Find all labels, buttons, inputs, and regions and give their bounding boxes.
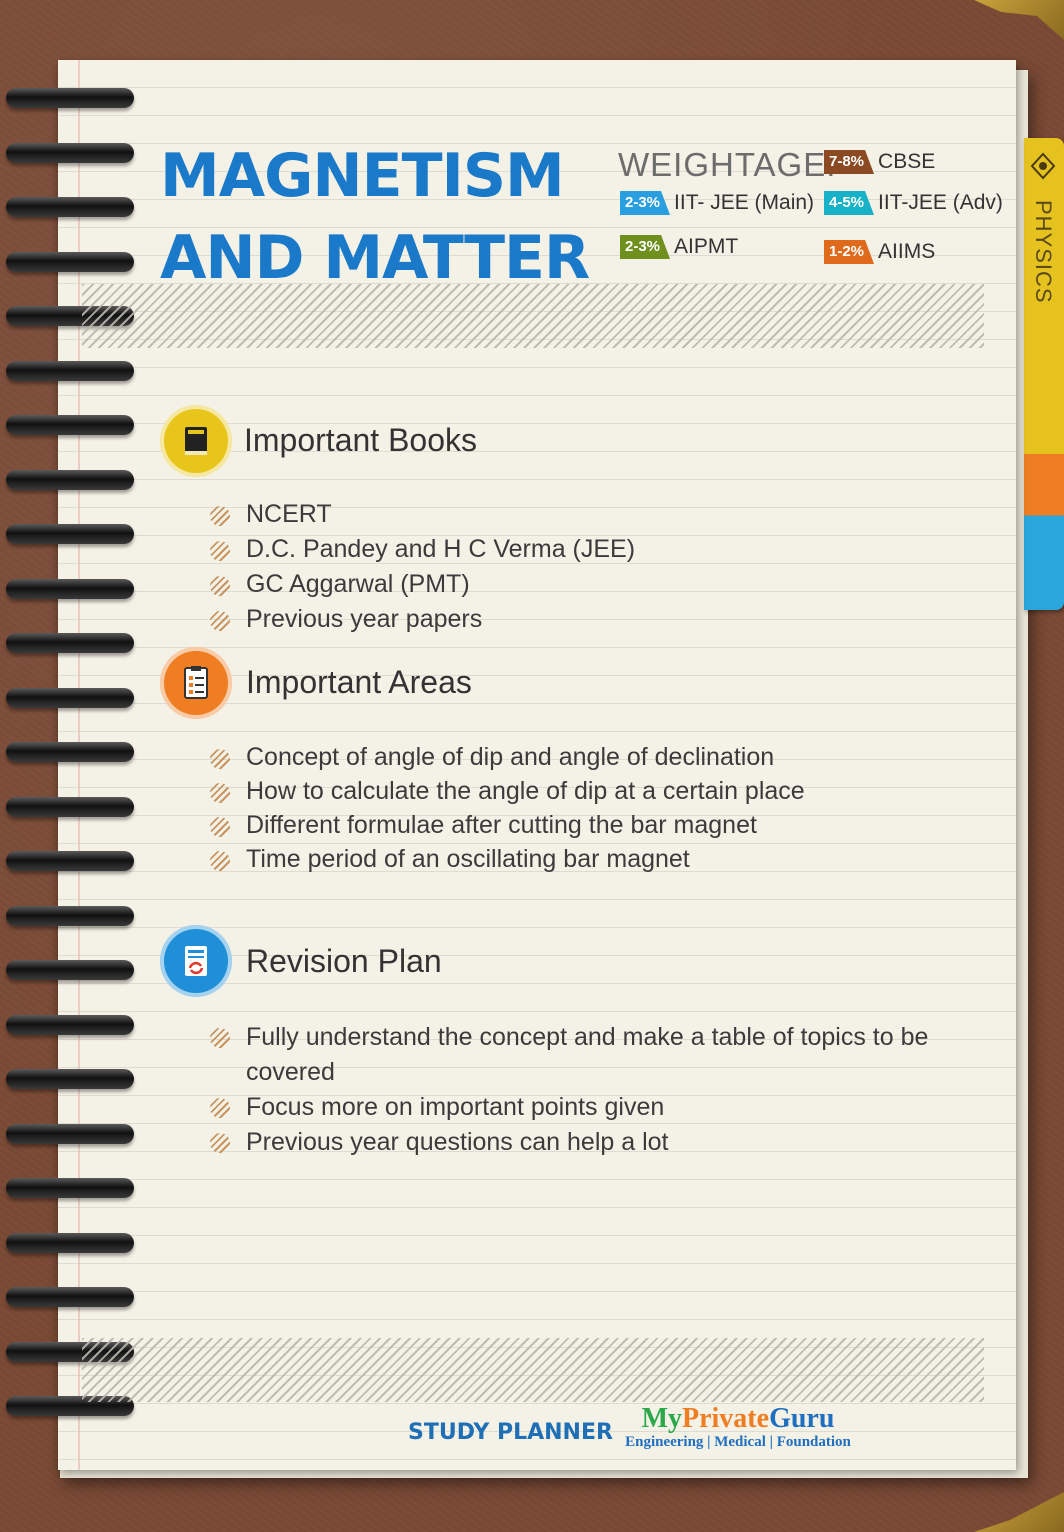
spiral-coil: [6, 469, 134, 490]
spiral-coil: [6, 88, 134, 108]
spiral-coil: [6, 1287, 134, 1307]
list-item-text: GC Aggarwal (PMT): [246, 570, 470, 598]
list-item-text: D.C. Pandey and H C Verma (JEE): [246, 535, 636, 563]
list-item: Previous year papers: [208, 603, 968, 638]
list-item: D.C. Pandey and H C Verma (JEE): [208, 533, 968, 568]
spiral-coil: [6, 197, 134, 217]
bullet-icon: [210, 576, 230, 596]
list-item-text: NCERT: [246, 500, 332, 528]
weightage-cbse: 7-8% CBSE: [824, 150, 935, 174]
list-item: Different formulae after cutting the bar…: [208, 809, 968, 843]
section-title-areas: Important Areas: [246, 664, 472, 700]
brand-name: MyPrivateGuru: [618, 1404, 858, 1434]
list-item: NCERT: [208, 498, 968, 533]
brand-name-part: Private: [682, 1403, 770, 1434]
brand-name-part: Guru: [769, 1403, 835, 1434]
page-title: MAGNETISM AND MATTER: [160, 135, 600, 299]
bullet-icon: [210, 611, 230, 631]
spiral-coil: [6, 578, 134, 599]
weightage-badge: 2-3%: [620, 235, 671, 259]
bullet-icon: [210, 1028, 230, 1048]
list-item: Previous year questions can help a lot: [208, 1125, 968, 1160]
areas-list: Concept of angle of dip and angle of dec…: [208, 741, 968, 877]
revision-list: Fully understand the concept and make a …: [208, 1020, 968, 1160]
weightage-exam: AIPMT: [674, 235, 739, 258]
bullet-icon: [210, 541, 230, 561]
weightage-badge: 4-5%: [824, 191, 875, 215]
list-item: Fully understand the concept and make a …: [208, 1020, 968, 1090]
bullet-icon: [210, 1098, 230, 1118]
footer-title: STUDY PLANNER: [408, 1420, 613, 1445]
list-item-text: Previous year papers: [246, 605, 483, 633]
bullet-icon: [210, 817, 230, 837]
list-item-text: Focus more on important points given: [246, 1093, 665, 1121]
spiral-coil: [6, 960, 134, 980]
spiral-coil: [6, 360, 134, 381]
weightage-badge: 2-3%: [620, 191, 671, 215]
spiral-coil: [6, 1014, 134, 1035]
hatch-divider-bottom: [82, 1338, 984, 1402]
weightage-jee-adv: 4-5% IIT-JEE (Adv): [824, 191, 1003, 215]
spiral-coil: [6, 687, 134, 708]
spiral-coil: [6, 905, 134, 926]
weightage-badge: 7-8%: [824, 150, 875, 174]
hatch-divider-top: [82, 284, 984, 348]
weightage-aipmt: 2-3% AIPMT: [620, 235, 738, 259]
spiral-coil: [6, 796, 134, 817]
weightage-label: WEIGHTAGE:: [618, 146, 837, 183]
bullet-icon: [210, 1133, 230, 1153]
bullet-icon: [210, 851, 230, 871]
spiral-coil: [6, 524, 134, 544]
spiral-coil: [6, 742, 134, 762]
spiral-coil: [6, 1123, 134, 1144]
brand-name-part: My: [641, 1403, 682, 1434]
brand-logo[interactable]: MyPrivateGuru Engineering | Medical | Fo…: [618, 1404, 858, 1451]
books-list: NCERT D.C. Pandey and H C Verma (JEE) GC…: [208, 498, 968, 638]
revision-icon: [160, 925, 232, 997]
list-item: Concept of angle of dip and angle of dec…: [208, 741, 968, 775]
spiral-coil: [6, 1178, 134, 1198]
tab-label-physics: PHYSICS: [1031, 200, 1056, 304]
weightage-badge: 1-2%: [824, 240, 875, 264]
spiral-coil: [6, 1232, 134, 1253]
list-item-text: Fully understand the concept and make a …: [246, 1023, 929, 1086]
spiral-coil: [6, 142, 134, 163]
weightage-aiims: 1-2% AIIMS: [824, 240, 935, 264]
list-item: GC Aggarwal (PMT): [208, 568, 968, 603]
bullet-icon: [210, 783, 230, 803]
checklist-icon: [160, 647, 232, 719]
book-icon: [160, 405, 232, 477]
weightage-exam: IIT-JEE (Adv): [878, 191, 1003, 214]
list-item-text: Concept of angle of dip and angle of dec…: [246, 743, 775, 771]
weightage-jee-main: 2-3% IIT- JEE (Main): [620, 191, 814, 215]
physics-icon: [1030, 152, 1056, 180]
bullet-icon: [210, 749, 230, 769]
list-item-text: Time period of an oscillating bar magnet: [246, 845, 690, 873]
spiral-coil: [6, 851, 134, 871]
list-item: Time period of an oscillating bar magnet: [208, 843, 968, 877]
section-title-books: Important Books: [244, 422, 477, 458]
list-item-text: Previous year questions can help a lot: [246, 1128, 669, 1156]
spiral-binding: [0, 70, 140, 1450]
weightage-exam: AIIMS: [878, 240, 936, 263]
list-item: Focus more on important points given: [208, 1090, 968, 1125]
spiral-coil: [6, 633, 134, 653]
title-line-1: MAGNETISM: [160, 141, 565, 211]
list-item-text: Different formulae after cutting the bar…: [246, 811, 757, 839]
bullet-icon: [210, 506, 230, 526]
spiral-coil: [6, 415, 134, 435]
brand-tagline: Engineering | Medical | Foundation: [625, 1434, 851, 1450]
spiral-coil: [6, 1069, 134, 1089]
list-item-text: How to calculate the angle of dip at a c…: [246, 777, 805, 805]
list-item: How to calculate the angle of dip at a c…: [208, 775, 968, 809]
spiral-coil: [6, 251, 134, 272]
weightage-exam: IIT- JEE (Main): [674, 191, 815, 214]
weightage-exam: CBSE: [878, 150, 936, 173]
section-title-revision: Revision Plan: [246, 943, 442, 979]
